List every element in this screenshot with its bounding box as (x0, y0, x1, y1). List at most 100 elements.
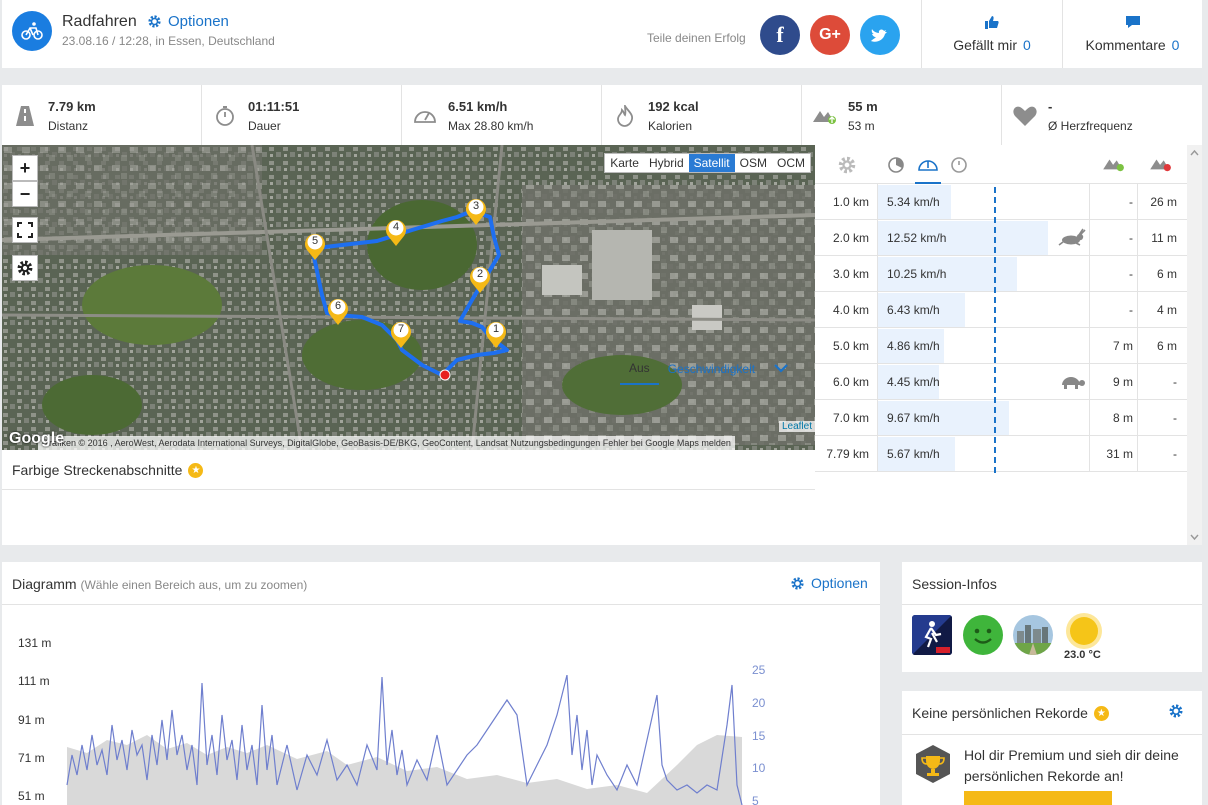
y-tick-right: 25 (752, 663, 766, 677)
diagram-title-label: Diagramm (12, 576, 77, 592)
y-tick-right: 10 (752, 761, 766, 775)
tab-off[interactable]: Aus (620, 355, 659, 385)
chevron-down-icon (774, 364, 788, 373)
split-elevation-up: - (1089, 220, 1141, 256)
layer-osm[interactable]: OSM (735, 154, 772, 172)
comments-button[interactable]: Kommentare 0 (1063, 0, 1202, 68)
km-marker[interactable]: 7 (389, 319, 413, 349)
split-elevation-up: 31 m (1089, 436, 1141, 472)
records-settings-button[interactable] (1168, 703, 1184, 722)
zoom-in-button[interactable]: + (12, 155, 38, 181)
stat-label: Dauer (248, 119, 281, 133)
km-marker[interactable]: 2 (468, 264, 492, 294)
split-row: 1.0 km 5.34 km/h -26 m (815, 184, 1187, 220)
split-row: 3.0 km 10.25 km/h -6 m (815, 256, 1187, 292)
runtastic-pro-app-icon (912, 615, 952, 655)
layer-karte[interactable]: Karte (605, 154, 644, 172)
sunny-weather-icon (1070, 617, 1098, 645)
split-table-header (815, 145, 1187, 184)
pace-icon[interactable] (887, 155, 905, 176)
km-marker-label: 5 (311, 235, 319, 247)
more-tabs-button[interactable] (764, 356, 798, 384)
split-distance: 2.0 km (832, 231, 869, 245)
flame-icon (612, 103, 638, 129)
stat-label: Ø Herzfrequenz (1048, 119, 1133, 133)
map-attribution: Grafiken © 2016 , AeroWest, Aerodata Int… (38, 436, 735, 450)
session-divider (902, 604, 1202, 605)
km-marker-label: 7 (397, 323, 405, 335)
stat-label: 53 m (848, 119, 875, 133)
y-tick-left: 91 m (18, 713, 45, 727)
diagram-plot[interactable] (47, 675, 747, 805)
zoom-out-button[interactable]: − (12, 181, 38, 207)
segments-title: Farbige Streckenabschnitte ★ (12, 462, 204, 478)
scrollbar[interactable] (1187, 145, 1202, 545)
km-marker[interactable]: 6 (326, 296, 350, 326)
km-marker[interactable]: 5 (303, 231, 327, 261)
map-settings-button[interactable] (12, 255, 38, 281)
km-marker[interactable]: 4 (384, 217, 408, 247)
stopwatch-icon[interactable] (950, 155, 968, 176)
trophy-badge-icon (914, 744, 952, 787)
records-title: Keine persönlichen Rekorde ★ (912, 705, 1109, 721)
googleplus-share-button[interactable]: G+ (810, 15, 850, 55)
gear-icon (148, 15, 161, 28)
twitter-share-button[interactable] (860, 15, 900, 55)
diagram-options-button[interactable]: Optionen (790, 575, 868, 591)
split-elevation-up: 8 m (1089, 400, 1141, 436)
options-button[interactable]: Optionen (147, 13, 229, 30)
layer-ocm[interactable]: OCM (772, 154, 810, 172)
leaflet-link[interactable]: Leaflet (778, 421, 815, 432)
activity-header: Radfahren Optionen 23.08.16 / 12:28, in … (2, 0, 1202, 68)
bicycle-icon (12, 11, 52, 51)
google-logo: Google (9, 430, 65, 447)
speed-tab-icon[interactable] (915, 155, 941, 184)
stat-value: 6.51 km/h (448, 99, 508, 114)
split-speed: 6.43 km/h (887, 303, 940, 317)
premium-star-icon: ★ (1093, 705, 1109, 721)
split-elevation-down: 11 m (1137, 220, 1187, 256)
stat-heartrate: - Ø Herzfrequenz (1002, 85, 1202, 145)
km-marker-label: 6 (334, 300, 342, 312)
segment-color-tabs: Aus Geschwindigkeit (620, 355, 798, 385)
premium-button[interactable] (964, 791, 1112, 805)
split-distance: 4.0 km (832, 303, 869, 317)
split-elevation-up: - (1089, 256, 1141, 292)
comment-icon (1125, 15, 1141, 32)
records-title-label: Keine persönlichen Rekorde (912, 705, 1088, 721)
split-distance: 1.0 km (832, 195, 869, 209)
split-distance: 5.0 km (832, 339, 869, 353)
diagram-panel: Diagramm (Wähle einen Bereich aus, um zu… (2, 562, 880, 805)
split-elevation-down: 4 m (1137, 292, 1187, 328)
km-marker-label: 4 (392, 221, 400, 233)
twitter-icon (871, 28, 887, 42)
gear-icon[interactable] (837, 155, 857, 178)
split-speed: 4.86 km/h (887, 339, 940, 353)
split-elevation-down: - (1137, 436, 1187, 472)
layer-satellit[interactable]: Satellit (688, 154, 735, 172)
records-divider (902, 734, 1202, 735)
layer-hybrid[interactable]: Hybrid (644, 154, 689, 172)
facebook-icon: f (776, 22, 784, 47)
satellite-imagery (2, 145, 815, 450)
route-map[interactable]: 1 2 3 4 5 6 7 + − Karte Hybrid Satellit OSM OCM Le… (2, 145, 815, 450)
facebook-share-button[interactable]: f (760, 15, 800, 55)
split-speed: 5.67 km/h (887, 447, 940, 461)
stat-value: 01:11:51 (248, 99, 300, 114)
elevation-down-icon[interactable] (1149, 155, 1173, 176)
like-button[interactable]: Gefällt mir 0 (922, 0, 1062, 68)
comments-label: Kommentare (1085, 37, 1166, 53)
km-marker[interactable]: 1 (484, 319, 508, 349)
tab-speed[interactable]: Geschwindigkeit (659, 356, 764, 384)
split-elevation-down: 6 m (1137, 256, 1187, 292)
diagram-title: Diagramm (Wähle einen Bereich aus, um zu… (12, 576, 307, 592)
stat-value: 7.79 km (48, 99, 96, 114)
fullscreen-button[interactable] (12, 217, 38, 243)
split-speed: 5.34 km/h (887, 195, 940, 209)
elevation-up-icon[interactable] (1102, 155, 1126, 176)
thumbs-up-icon (985, 15, 999, 32)
like-count: 0 (1023, 36, 1031, 53)
stat-duration: 01:11:51 Dauer (202, 85, 402, 145)
km-marker[interactable]: 3 (464, 196, 488, 226)
mood-happy-icon (963, 615, 1003, 655)
